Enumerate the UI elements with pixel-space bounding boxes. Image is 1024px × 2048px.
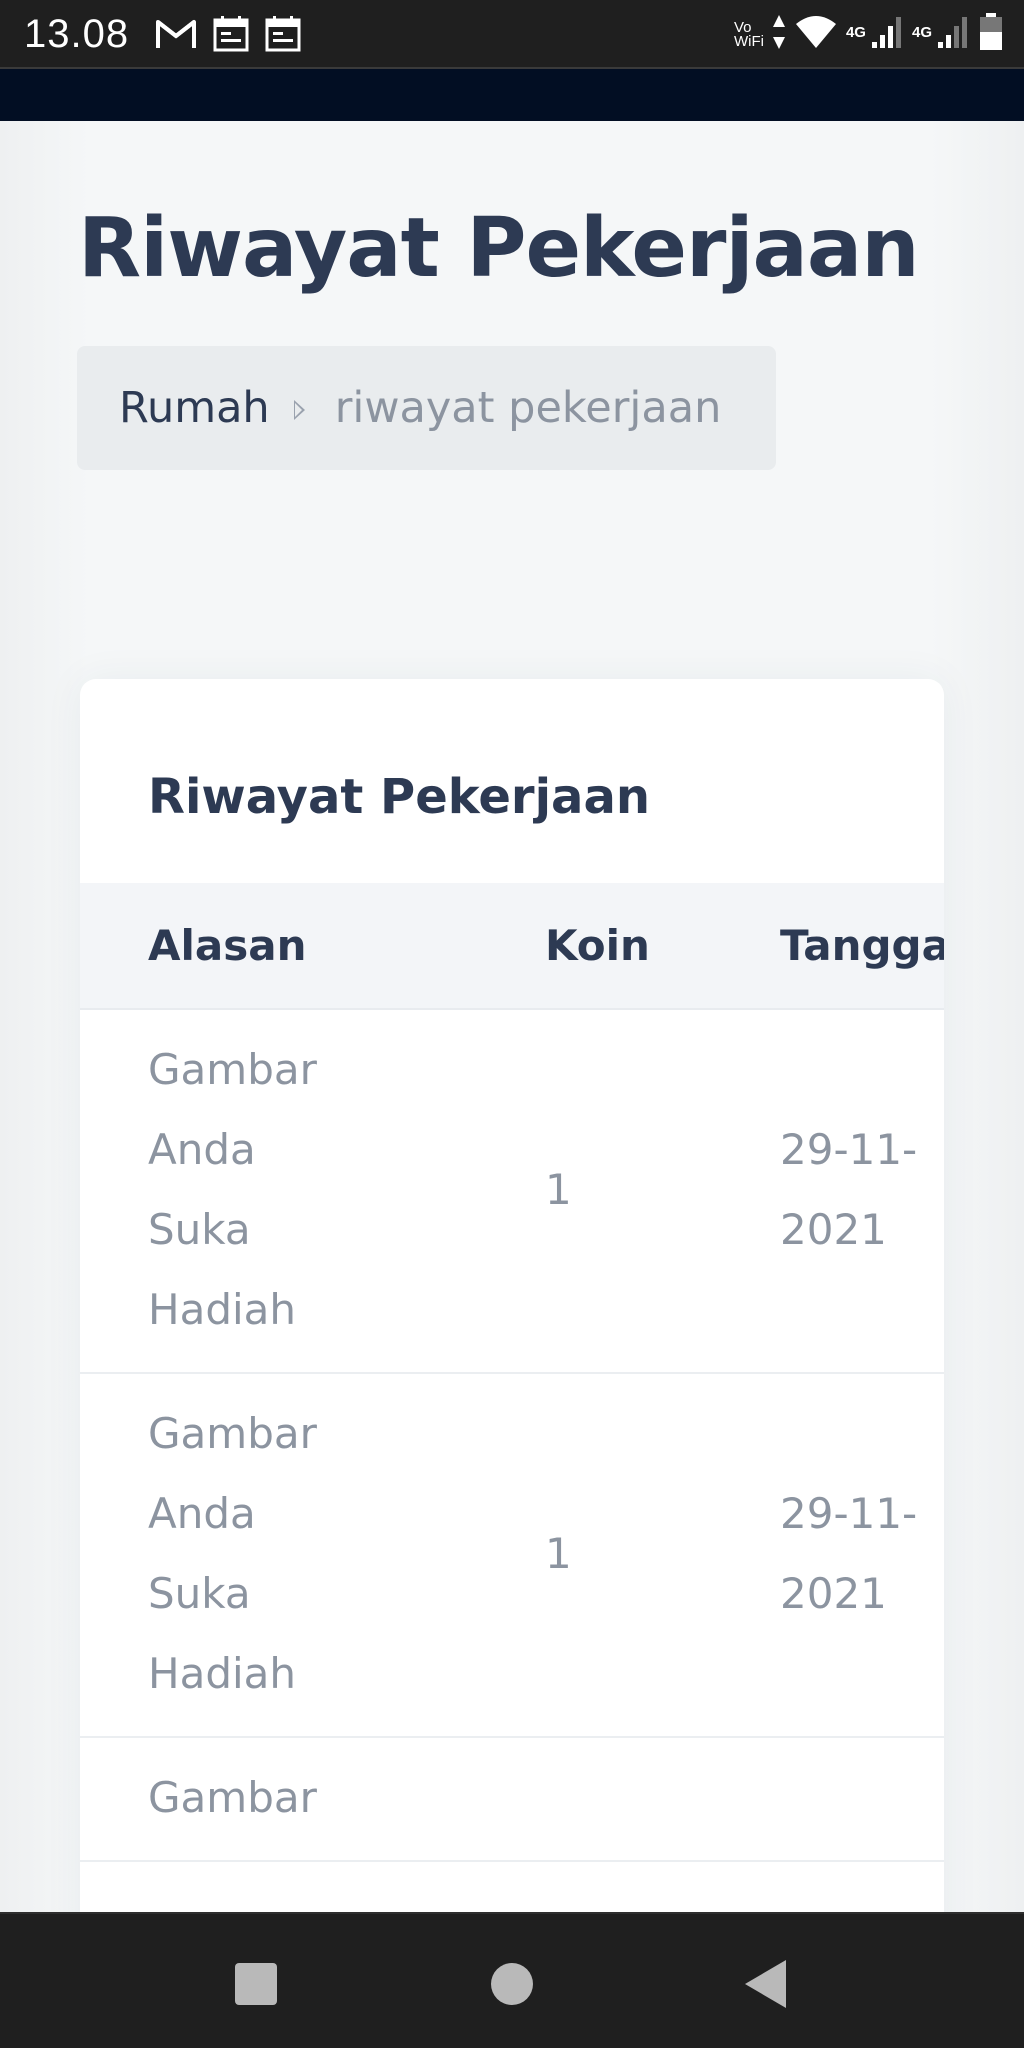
calendar-icon — [212, 14, 250, 54]
gmail-icon — [154, 14, 198, 54]
wifi-icon — [794, 12, 838, 52]
cell-coins: 1 — [465, 1373, 698, 1738]
vowifi-line2: WiFi — [733, 33, 764, 50]
breadcrumb-home-link[interactable]: Rumah — [119, 383, 270, 433]
reason-text: Gambar — [148, 1773, 317, 1822]
chevron-right-icon — [293, 400, 305, 420]
breadcrumb: Rumah riwayat pekerjaan — [77, 346, 776, 470]
calendar-icon — [264, 14, 302, 54]
vowifi-icon: Vo WiFi — [733, 20, 764, 50]
battery-icon — [978, 12, 1004, 52]
table-row: Gambar Anda Suka Hadiah 1 29-11-2021 — [80, 1373, 944, 1738]
cell-reason: Gambar Anda Suka Hadiah — [80, 1009, 465, 1374]
cell-reason: Gambar Anda Suka Hadiah — [80, 1373, 465, 1738]
card-title: Riwayat Pekerjaan — [148, 769, 651, 825]
back-triangle-icon — [738, 1954, 798, 2014]
table-row: Gambar — [80, 1737, 944, 1862]
column-header-date: Tanggal — [698, 883, 944, 1010]
home-button[interactable] — [482, 1954, 542, 2014]
date-text: 29-11-2021 — [780, 1125, 918, 1254]
column-header-reason: Alasan — [80, 883, 465, 1010]
signal-icon — [870, 14, 904, 50]
data-arrows-icon — [772, 13, 786, 51]
date-text: 29-11-2021 — [780, 1489, 918, 1618]
table-header-row: Alasan Koin Tanggal — [80, 883, 944, 1010]
recents-button[interactable] — [226, 1954, 286, 2014]
cell-date: 29-11-2021 — [698, 1373, 944, 1738]
system-icons: Vo WiFi 4G 4G — [734, 12, 1004, 52]
recents-square-icon — [226, 1954, 286, 2014]
network-type-2: 4G — [911, 24, 932, 41]
cell-date: 29-11-2021 — [698, 1009, 944, 1374]
notification-icons — [154, 14, 302, 54]
column-header-coins: Koin — [465, 883, 698, 1010]
reason-text: Gambar Anda Suka Hadiah — [148, 1409, 317, 1698]
back-button[interactable] — [738, 1954, 798, 2014]
app-header-bar — [0, 69, 1024, 121]
cell-date — [698, 1737, 944, 1862]
status-bar: 13.08 Vo WiFi 4G 4G — [0, 0, 1024, 69]
cell-coins — [465, 1737, 698, 1862]
reason-text: Gambar Anda Suka Hadiah — [148, 1045, 317, 1334]
page-content: Riwayat Pekerjaan Rumah riwayat pekerjaa… — [0, 121, 1024, 1912]
network-type-1: 4G — [845, 24, 866, 41]
cell-coins: 1 — [465, 1009, 698, 1374]
home-circle-icon — [482, 1954, 542, 2014]
table-row: Gambar Anda Suka Hadiah 1 29-11-2021 — [80, 1009, 944, 1374]
page-title: Riwayat Pekerjaan — [78, 201, 920, 296]
history-table: Alasan Koin Tanggal Gambar Anda Suka Had… — [80, 883, 944, 1862]
system-nav-bar — [0, 1912, 1024, 2048]
breadcrumb-current: riwayat pekerjaan — [334, 383, 722, 433]
status-time: 13.08 — [24, 12, 130, 56]
history-card: Riwayat Pekerjaan Alasan Koin Tanggal Ga… — [80, 679, 944, 1912]
signal-icon — [936, 14, 970, 50]
cell-reason: Gambar — [80, 1737, 465, 1862]
